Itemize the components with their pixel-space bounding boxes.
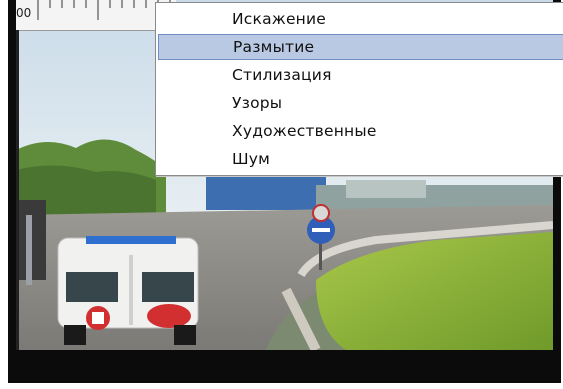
horizontal-ruler[interactable]: 00: [16, 0, 176, 31]
menu-item-stylize[interactable]: Стилизация: [158, 62, 563, 88]
menu-item-noise[interactable]: Шум: [158, 146, 563, 172]
bottom-frame: [16, 350, 553, 383]
ruler-ticks: [37, 0, 171, 20]
menu-item-patterns[interactable]: Узоры: [158, 90, 563, 116]
vertical-ruler: [16, 30, 19, 350]
menu-item-artistic[interactable]: Художественные: [158, 118, 563, 144]
menu-item-distort[interactable]: Искажение: [158, 6, 563, 32]
filter-submenu: Искажение Размытие Стилизация Узоры Худо…: [155, 2, 563, 176]
menu-item-blur[interactable]: Размытие: [158, 34, 563, 60]
